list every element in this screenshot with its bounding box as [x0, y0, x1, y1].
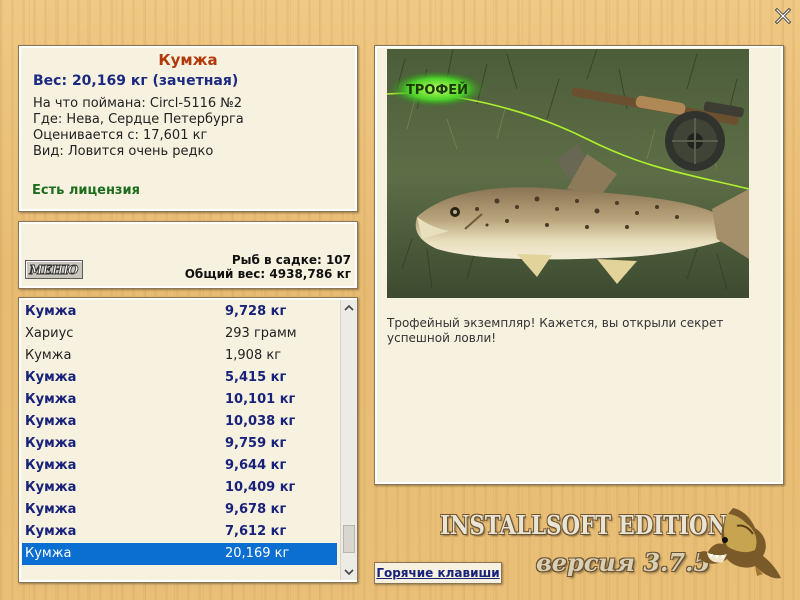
catch-fish-weight: 5,415 кг: [225, 370, 287, 385]
rating-info: Оценивается с: 17,601 кг: [33, 128, 208, 143]
catch-list-row[interactable]: Кумжа 1,908 кг: [22, 345, 337, 367]
fish-name-title: Кумжа: [158, 51, 218, 69]
catch-fish-weight: 9,728 кг: [225, 304, 287, 319]
list-scrollbar[interactable]: [340, 300, 357, 580]
photo-panel: ТРОФЕЙ Трофейный экземпляр! Кажется, вы …: [374, 45, 784, 485]
menu-label-text: МЕНЮ: [28, 263, 78, 277]
scroll-up-icon[interactable]: [341, 300, 357, 316]
keepnet-stats-panel: МЕНЮ Рыб в садке: 107 Общий вес: 4938,78…: [18, 221, 358, 289]
catch-fish-name: Кумжа: [25, 502, 77, 517]
scroll-down-icon[interactable]: [341, 564, 357, 580]
catch-fish-name: Кумжа: [25, 458, 77, 473]
catch-list-row[interactable]: Кумжа 5,415 кг: [22, 367, 337, 389]
catch-fish-name: Кумжа: [25, 480, 77, 495]
catch-fish-name: Кумжа: [25, 414, 77, 429]
catch-fish-name: Кумжа: [25, 524, 77, 539]
catch-fish-weight: 10,038 кг: [225, 414, 296, 429]
catch-fish-weight: 9,644 кг: [225, 458, 287, 473]
catch-fish-name: Кумжа: [25, 304, 77, 319]
catch-fish-weight: 1,908 кг: [225, 348, 282, 363]
fish-weight: Вес: 20,169 кг (зачетная): [33, 73, 239, 89]
catch-list-row[interactable]: Кумжа 9,728 кг: [22, 301, 337, 323]
catch-fish-weight: 9,759 кг: [225, 436, 287, 451]
catch-fish-weight: 9,678 кг: [225, 502, 287, 517]
catch-list-row[interactable]: Кумжа 10,038 кг: [22, 411, 337, 433]
catch-fish-name: Кумжа: [25, 436, 77, 451]
catch-info-panel: Кумжа Вес: 20,169 кг (зачетная) На что п…: [18, 45, 358, 212]
catch-fish-name: Кумжа: [25, 392, 77, 407]
trophy-badge: ТРОФЕЙ: [406, 82, 468, 98]
version-label: версия 3.7.5: [536, 548, 711, 577]
catch-fish-weight: 7,612 кг: [225, 524, 287, 539]
catch-list-panel: Кумжа 9,728 кг Хариус 293 грамм Кумжа 1,908 к…: [18, 297, 358, 583]
catch-list-row[interactable]: Кумжа 10,409 кг: [22, 477, 337, 499]
catch-fish-name: Кумжа: [25, 370, 77, 385]
catch-fish-name: Кумжа: [25, 546, 72, 561]
license-status: Есть лицензия: [32, 183, 140, 198]
close-icon[interactable]: [774, 7, 792, 25]
edition-logo: INSTALLSOFT EDITION: [440, 511, 728, 541]
rarity-info: Вид: Ловится очень редко: [33, 144, 214, 159]
catch-list-row[interactable]: Кумжа 9,644 кг: [22, 455, 337, 477]
pike-logo: [693, 504, 785, 586]
catch-fish-name: Кумжа: [25, 348, 72, 363]
game-window: Кумжа Вес: 20,169 кг (зачетная) На что п…: [0, 0, 800, 600]
menu-button-label: МЕНЮ: [28, 263, 79, 278]
fish-count: Рыб в садке: 107: [231, 253, 351, 267]
catch-fish-weight: 10,101 кг: [225, 392, 296, 407]
photo-description: Трофейный экземпляр! Кажется, вы открыли…: [387, 316, 724, 345]
catch-list-row[interactable]: Кумжа 9,759 кг: [22, 433, 337, 455]
bait-info: На что поймана: Circl-5116 №2: [33, 96, 243, 111]
catch-fish-weight: 293 грамм: [225, 326, 297, 341]
scroll-thumb[interactable]: [343, 525, 355, 553]
catch-list-row[interactable]: Кумжа 9,678 кг: [22, 499, 337, 521]
catch-list-row[interactable]: Хариус 293 грамм: [22, 323, 337, 345]
total-weight: Общий вес: 4938,786 кг: [184, 267, 351, 281]
catch-list-row[interactable]: Кумжа 20,169 кг: [22, 543, 337, 565]
hotkeys-button[interactable]: Горячие клавиши: [374, 562, 502, 584]
catch-list-row[interactable]: Кумжа 10,101 кг: [22, 389, 337, 411]
location-info: Где: Нева, Сердце Петербурга: [33, 112, 244, 127]
trophy-photo: ТРОФЕЙ: [387, 49, 749, 298]
catch-fish-name: Хариус: [25, 326, 74, 341]
catch-fish-weight: 20,169 кг: [225, 546, 290, 561]
catch-list-row[interactable]: Кумжа 7,612 кг: [22, 521, 337, 543]
menu-button[interactable]: МЕНЮ: [25, 260, 83, 279]
catch-fish-weight: 10,409 кг: [225, 480, 296, 495]
